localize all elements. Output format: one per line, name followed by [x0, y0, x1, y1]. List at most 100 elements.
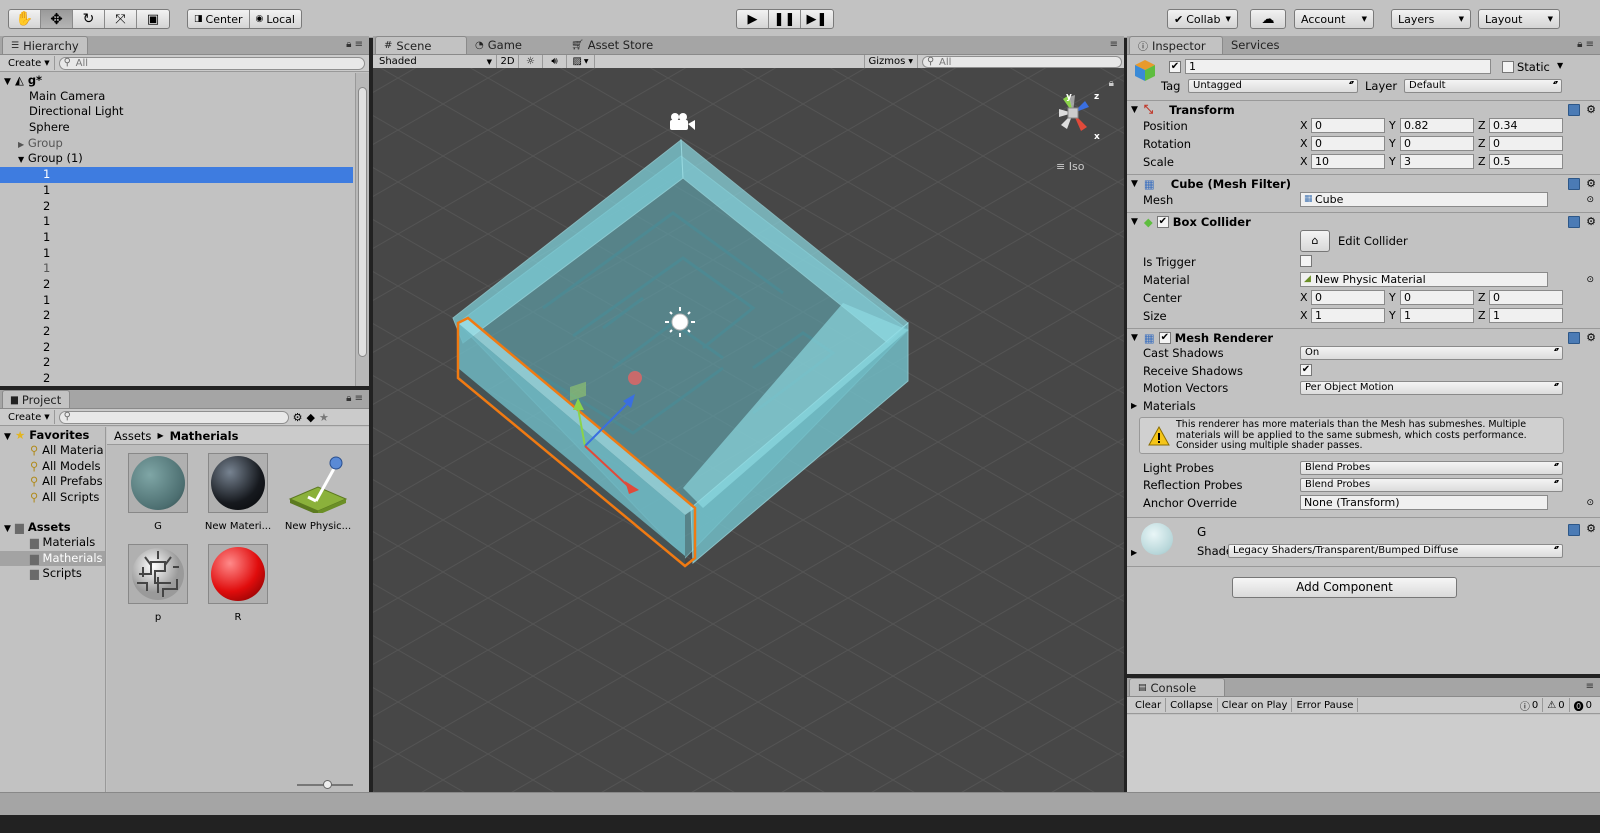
breadcrumb-root[interactable]: Assets [114, 429, 151, 443]
warning-filter-toggle[interactable]: ⚠ 0 [1543, 698, 1570, 712]
edit-collider-button[interactable]: ⌂ [1300, 230, 1330, 252]
list-item[interactable]: 1 [0, 183, 353, 199]
panel-menu-icon[interactable]: ≡ [1586, 681, 1594, 692]
list-item[interactable]: 1 [0, 293, 353, 309]
lock-menu-icon[interactable]: 🔒︎ ≡ [346, 39, 363, 50]
gizmo-lock-icon[interactable]: 🔒︎ [1109, 78, 1114, 89]
list-item[interactable]: ▶ Group [0, 136, 353, 152]
scene-lighting-toggle[interactable]: ☼ [519, 54, 543, 69]
is-trigger-checkbox[interactable] [1300, 255, 1312, 267]
scene-row[interactable]: ▼ ◭ g* [0, 73, 353, 89]
folder-item[interactable]: ▆ Scripts [0, 566, 105, 582]
box-collider-enabled-checkbox[interactable]: ✔ [1156, 215, 1169, 228]
breadcrumb-current[interactable]: Matherials [170, 429, 239, 443]
center-y-field[interactable]: 0 [1400, 290, 1474, 305]
scale-y-field[interactable]: 3 [1400, 154, 1474, 169]
hierarchy-scrollbar[interactable] [355, 73, 369, 386]
tab-asset-store[interactable]: 🛒︎ Asset Store [563, 36, 661, 54]
filter-label-icon[interactable]: ◆ [307, 411, 315, 424]
tag-dropdown[interactable]: Untagged [1188, 79, 1358, 93]
rotation-x-field[interactable]: 0 [1311, 136, 1385, 151]
favorites-header[interactable]: ▼ ★ Favorites [0, 427, 105, 443]
position-z-field[interactable]: 0.34 [1489, 118, 1563, 133]
layers-dropdown[interactable]: Layers ▼ [1391, 9, 1471, 29]
help-icon[interactable] [1568, 177, 1580, 190]
pivot-center-button[interactable]: ◨ Center [188, 10, 250, 28]
object-picker-icon[interactable]: ⊙ [1586, 195, 1594, 205]
hand-tool-button[interactable]: ✋ [9, 10, 41, 28]
asset-tile[interactable]: R [197, 544, 279, 623]
scene-search-input[interactable]: ⚲ All [922, 55, 1122, 68]
list-item[interactable]: Directional Light [0, 104, 353, 120]
rotation-z-field[interactable]: 0 [1489, 136, 1563, 151]
folder-item[interactable]: ▆ Materials [0, 535, 105, 551]
light-probes-dropdown[interactable]: Blend Probes [1300, 460, 1563, 475]
list-item[interactable]: 1 [0, 246, 353, 262]
tab-project[interactable]: ▆ Project [2, 390, 71, 408]
rect-tool-button[interactable]: ▣ [137, 10, 169, 28]
list-item[interactable]: 1 [0, 261, 353, 277]
favorite-item[interactable]: ⚲ All Scripts [0, 490, 105, 506]
list-item[interactable]: 2 [0, 199, 353, 215]
collab-dropdown[interactable]: ✔ Collab ▼ [1167, 9, 1238, 29]
projection-toggle[interactable]: ≡ Iso [1056, 160, 1084, 173]
lock-menu-icon[interactable]: 🔒︎ ≡ [1577, 39, 1594, 50]
help-icon[interactable] [1568, 103, 1580, 116]
list-item[interactable]: 2 [0, 355, 353, 371]
list-item[interactable]: ▼ Group (1) [0, 151, 353, 167]
object-picker-icon[interactable]: ⊙ [1586, 275, 1594, 285]
materials-row[interactable]: ▶ Materials [1127, 397, 1600, 414]
position-y-field[interactable]: 0.82 [1400, 118, 1474, 133]
physic-material-field[interactable]: ◢ New Physic Material [1300, 272, 1548, 287]
favorite-item[interactable]: ⚲ All Materia [0, 443, 105, 459]
add-component-button[interactable]: Add Component [1232, 577, 1457, 598]
slider-thumb[interactable] [323, 780, 332, 789]
scale-x-field[interactable]: 10 [1311, 154, 1385, 169]
scene-viewport[interactable]: y z x ≡ Iso 🔒︎ [373, 68, 1124, 792]
help-icon[interactable] [1568, 331, 1580, 344]
gear-icon[interactable]: ⚙ [1586, 331, 1596, 344]
help-icon[interactable] [1568, 524, 1580, 536]
asset-tile[interactable]: G [117, 453, 199, 532]
tab-hierarchy[interactable]: ☰ Hierarchy [2, 36, 88, 54]
tab-game[interactable]: ◔ Game [467, 36, 563, 54]
hierarchy-search-input[interactable]: ⚲ All [58, 56, 365, 70]
scene-effects-dropdown[interactable]: ▨ ▼ [567, 54, 595, 69]
play-button[interactable]: ▶ [737, 10, 769, 28]
list-item[interactable]: 2 [0, 340, 353, 356]
reflection-probes-dropdown[interactable]: Blend Probes [1300, 477, 1563, 492]
object-picker-icon[interactable]: ⊙ [1586, 498, 1594, 508]
console-clear-on-play-button[interactable]: Clear on Play [1218, 698, 1293, 712]
console-log-area[interactable] [1127, 715, 1600, 792]
shading-mode-dropdown[interactable]: Shaded ▼ [375, 54, 497, 69]
pause-button[interactable]: ❚❚ [769, 10, 801, 28]
object-name-input[interactable]: 1 [1185, 59, 1491, 74]
list-item[interactable]: 2 [0, 371, 353, 386]
anchor-override-field[interactable]: None (Transform) [1300, 495, 1548, 510]
toggle-2d-button[interactable]: 2D [497, 54, 519, 69]
scrollbar-thumb[interactable] [358, 87, 367, 357]
asset-tile[interactable]: New Physic... [277, 453, 359, 532]
list-item[interactable]: Main Camera [0, 89, 353, 105]
info-filter-toggle[interactable]: ⓘ 0 [1516, 698, 1544, 713]
layout-dropdown[interactable]: Layout ▼ [1478, 9, 1560, 29]
tab-inspector[interactable]: ⓘ Inspector [1129, 36, 1223, 54]
rotation-y-field[interactable]: 0 [1400, 136, 1474, 151]
hierarchy-create-button[interactable]: Create ▼ [4, 56, 55, 70]
list-item[interactable]: 2 [0, 324, 353, 340]
tab-console[interactable]: ▤ Console [1129, 678, 1225, 696]
project-create-button[interactable]: Create ▼ [4, 410, 55, 424]
gear-icon[interactable]: ⚙ [1586, 215, 1596, 228]
help-icon[interactable] [1568, 215, 1580, 228]
list-item[interactable]: 1 [0, 167, 353, 183]
project-search-input[interactable]: ⚲ [58, 410, 289, 424]
filter-type-icon[interactable]: ⚙ [293, 411, 303, 424]
asset-tile[interactable]: New Materi... [197, 453, 279, 532]
scale-z-field[interactable]: 0.5 [1489, 154, 1563, 169]
receive-shadows-checkbox[interactable]: ✔ [1300, 364, 1312, 376]
static-checkbox[interactable] [1502, 61, 1514, 73]
tab-services[interactable]: Services [1223, 36, 1288, 54]
console-error-pause-button[interactable]: Error Pause [1292, 698, 1359, 712]
step-button[interactable]: ▶❚ [801, 10, 833, 28]
transform-header[interactable]: ▼ ⤡ Transform ⚙ [1127, 100, 1600, 118]
